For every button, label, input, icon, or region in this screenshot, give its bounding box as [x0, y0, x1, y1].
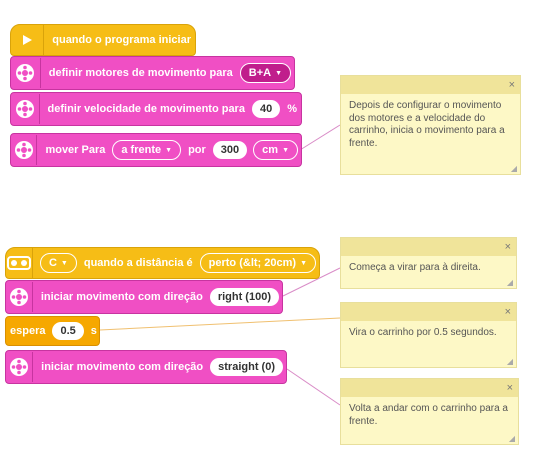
block-label: definir motores de movimento para	[48, 67, 233, 79]
distance-condition-dropdown[interactable]: perto (&lt; 20cm) ▼	[199, 253, 316, 273]
close-icon[interactable]: ×	[507, 382, 513, 394]
unit-dropdown[interactable]: cm ▼	[253, 140, 298, 160]
steering-input[interactable]: straight (0)	[210, 358, 283, 376]
when-distance-is-block[interactable]: C ▼ quando a distância é perto (&lt; 20cm…	[5, 247, 320, 279]
comment-note[interactable]: × Vira o carrinho por 0.5 segundos. ◢	[340, 302, 517, 368]
move-for-block[interactable]: mover Para a frente ▼ por 300 cm ▼	[10, 133, 302, 167]
resize-grip-icon[interactable]: ◢	[507, 357, 513, 366]
motor-icon	[11, 58, 41, 88]
block-label: quando a distância é	[83, 257, 193, 269]
distance-sensor-icon	[6, 248, 33, 278]
comment-note[interactable]: × Volta a andar com o carrinho para a fr…	[340, 378, 519, 445]
motor-icon	[6, 282, 33, 312]
chevron-down-icon: ▼	[282, 146, 289, 154]
motor-icon	[11, 135, 38, 165]
block-label: quando o programa iniciar	[52, 34, 191, 46]
wait-seconds-input[interactable]: 0.5	[52, 322, 84, 340]
comment-text[interactable]: Começa a virar para à direita.	[341, 256, 516, 281]
comment-header[interactable]: ×	[341, 379, 518, 397]
speed-input[interactable]: 40	[251, 100, 281, 118]
comment-text[interactable]: Volta a andar com o carrinho para a fren…	[341, 397, 518, 434]
chevron-down-icon: ▼	[60, 259, 68, 267]
speed-unit: %	[287, 103, 297, 115]
wait-block[interactable]: espera 0.5 s	[5, 316, 100, 346]
comment-note[interactable]: × Começa a virar para à direita. ◢	[340, 237, 517, 289]
dropdown-value: C	[48, 257, 57, 269]
comment-header[interactable]: ×	[341, 76, 520, 94]
resize-grip-icon[interactable]: ◢	[507, 278, 513, 287]
wait-unit: s	[90, 325, 97, 337]
motor-icon	[11, 94, 40, 124]
sensor-port-dropdown[interactable]: C ▼	[39, 253, 77, 273]
close-icon[interactable]: ×	[505, 306, 511, 318]
start-moving-right-block[interactable]: iniciar movimento com direção right (100…	[5, 280, 283, 314]
block-label: iniciar movimento com direção	[41, 361, 204, 373]
dropdown-value: a frente	[121, 144, 162, 156]
comment-text[interactable]: Depois de configurar o movimento dos mot…	[341, 94, 520, 156]
comment-header[interactable]: ×	[341, 303, 516, 321]
close-icon[interactable]: ×	[505, 241, 511, 253]
distance-input[interactable]: 300	[212, 141, 248, 159]
block-label: espera	[10, 325, 46, 337]
comment-note[interactable]: × Depois de configurar o movimento dos m…	[340, 75, 521, 175]
comment-header[interactable]: ×	[341, 238, 516, 256]
set-movement-speed-block[interactable]: definir velocidade de movimento para 40 …	[10, 92, 302, 126]
block-label: mover Para	[45, 144, 106, 156]
when-program-starts-block[interactable]: quando o programa iniciar	[10, 24, 196, 56]
chevron-down-icon: ▼	[165, 146, 173, 154]
steering-input[interactable]: right (100)	[209, 288, 279, 306]
close-icon[interactable]: ×	[509, 79, 515, 91]
dropdown-value: cm	[262, 144, 279, 156]
direction-dropdown[interactable]: a frente ▼	[112, 140, 182, 160]
start-moving-straight-block[interactable]: iniciar movimento com direção straight (…	[5, 350, 287, 384]
dropdown-value: perto (&lt; 20cm)	[208, 257, 297, 269]
motor-icon	[6, 352, 34, 382]
play-icon	[11, 25, 45, 55]
dropdown-value: B+A	[248, 67, 272, 79]
block-label: definir velocidade de movimento para	[47, 103, 245, 115]
chevron-down-icon: ▼	[300, 259, 307, 267]
set-movement-motors-block[interactable]: definir motores de movimento para B+A ▼	[10, 56, 295, 90]
comment-text[interactable]: Vira o carrinho por 0.5 segundos.	[341, 321, 516, 346]
motor-pair-dropdown[interactable]: B+A ▼	[239, 63, 291, 83]
resize-grip-icon[interactable]: ◢	[511, 164, 517, 173]
block-label-by: por	[188, 144, 206, 156]
resize-grip-icon[interactable]: ◢	[509, 434, 515, 443]
block-label: iniciar movimento com direção	[40, 291, 203, 303]
chevron-down-icon: ▼	[275, 69, 282, 77]
